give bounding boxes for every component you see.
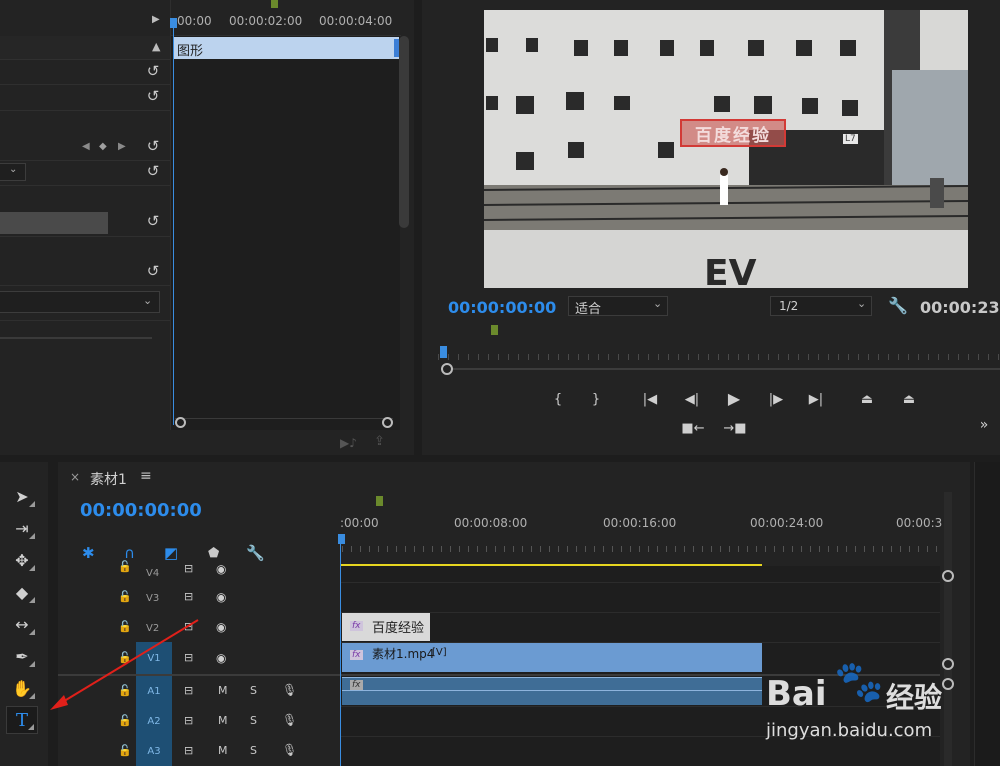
paw-logo-icon: 🐾 — [834, 659, 884, 705]
watermark-brand: Bai — [766, 674, 827, 714]
annotation-arrow — [50, 619, 199, 710]
watermark-brand-suffix: 经验 — [886, 681, 943, 714]
baidu-watermark: Bai 🐾 经验 jingyan.baidu.com — [762, 658, 992, 748]
watermark-url: jingyan.baidu.com — [766, 720, 933, 741]
